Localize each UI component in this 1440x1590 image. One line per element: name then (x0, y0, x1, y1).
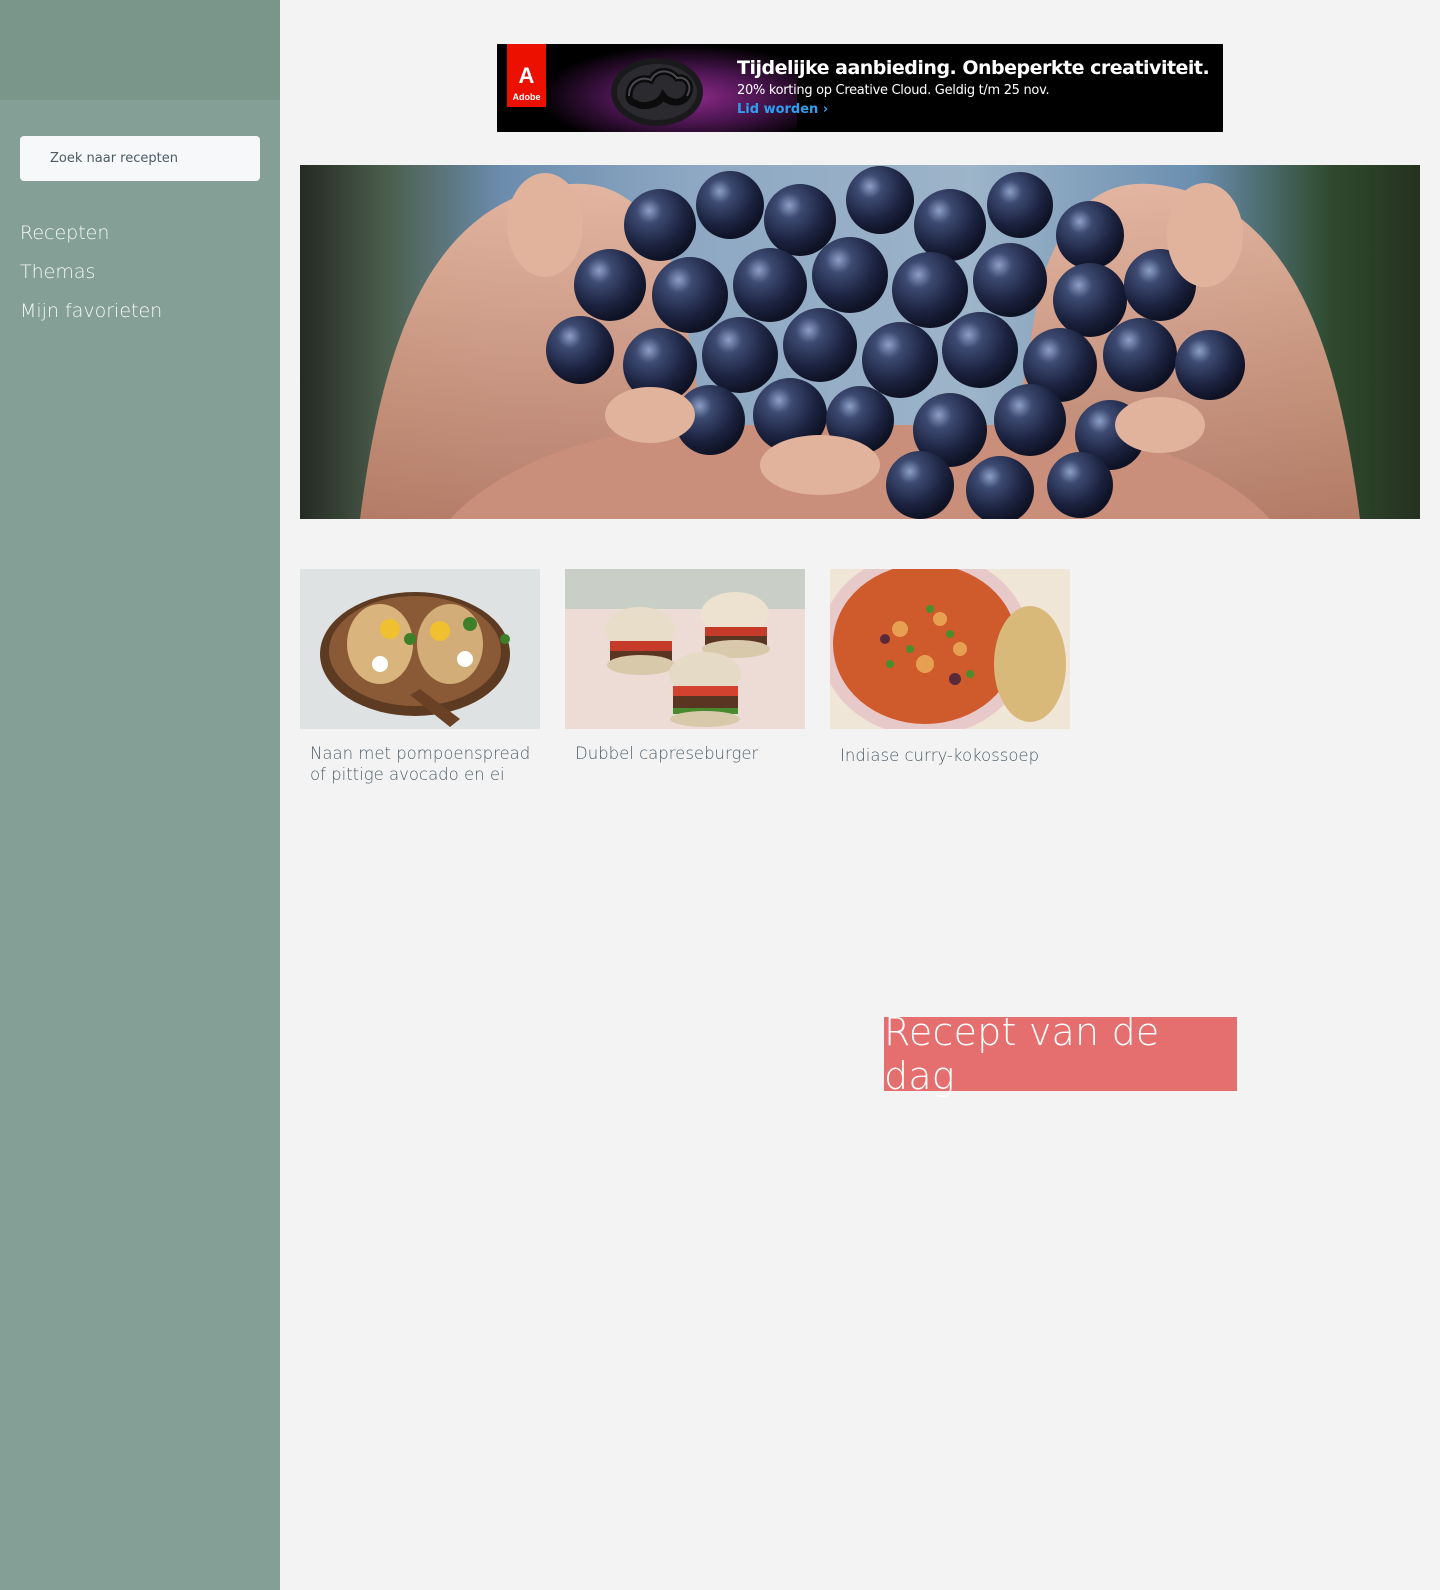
search-input[interactable]: Zoek naar recepten (20, 136, 260, 181)
nav-item-mijn-favorieten[interactable]: Mijn favorieten (20, 296, 162, 335)
hero-image-grapes (300, 165, 1420, 519)
recipe-image-curry-kokossoep[interactable] (830, 569, 1070, 729)
recipe-title[interactable]: Dubbel capreseburger (565, 743, 805, 764)
sidebar-header (0, 0, 280, 100)
main-content: A Adobe Tijdelijke aanbieding. Onbeperkt… (280, 0, 1440, 1590)
ad-headline: Tijdelijke aanbieding. Onbeperkte creati… (737, 57, 1210, 79)
search-placeholder: Zoek naar recepten (50, 151, 178, 166)
recipe-card-naan[interactable]: Naan met pompoenspread of pittige avocad… (300, 569, 540, 785)
nav-item-recepten[interactable]: Recepten (20, 218, 162, 257)
recipe-card-capreseburger[interactable]: Dubbel capreseburger (565, 569, 805, 764)
creative-cloud-icon (611, 58, 703, 126)
recipe-title[interactable]: Naan met pompoenspread of pittige avocad… (300, 743, 540, 785)
sidebar: Zoek naar recepten Recepten Themas Mijn … (0, 0, 280, 1590)
adobe-ad-banner[interactable]: A Adobe Tijdelijke aanbieding. Onbeperkt… (497, 44, 1223, 132)
recipe-image-naan[interactable] (300, 569, 540, 729)
recipe-image-capreseburger[interactable] (565, 569, 805, 729)
main-nav: Recepten Themas Mijn favorieten (20, 218, 162, 335)
ad-text: Tijdelijke aanbieding. Onbeperkte creati… (737, 57, 1210, 117)
adobe-logo: A Adobe (507, 44, 546, 107)
recipe-title[interactable]: Indiase curry-kokossoep (830, 745, 1070, 766)
ad-subline: 20% korting op Creative Cloud. Geldig t/… (737, 83, 1050, 98)
recipe-card-curry-kokossoep[interactable]: Indiase curry-kokossoep (830, 569, 1070, 766)
nav-item-themas[interactable]: Themas (20, 257, 162, 296)
ad-cta-link[interactable]: Lid worden › (737, 102, 1209, 117)
recipe-of-the-day-button[interactable]: Recept van de dag (884, 1010, 1237, 1098)
grapes-in-hands-image (360, 166, 1360, 519)
